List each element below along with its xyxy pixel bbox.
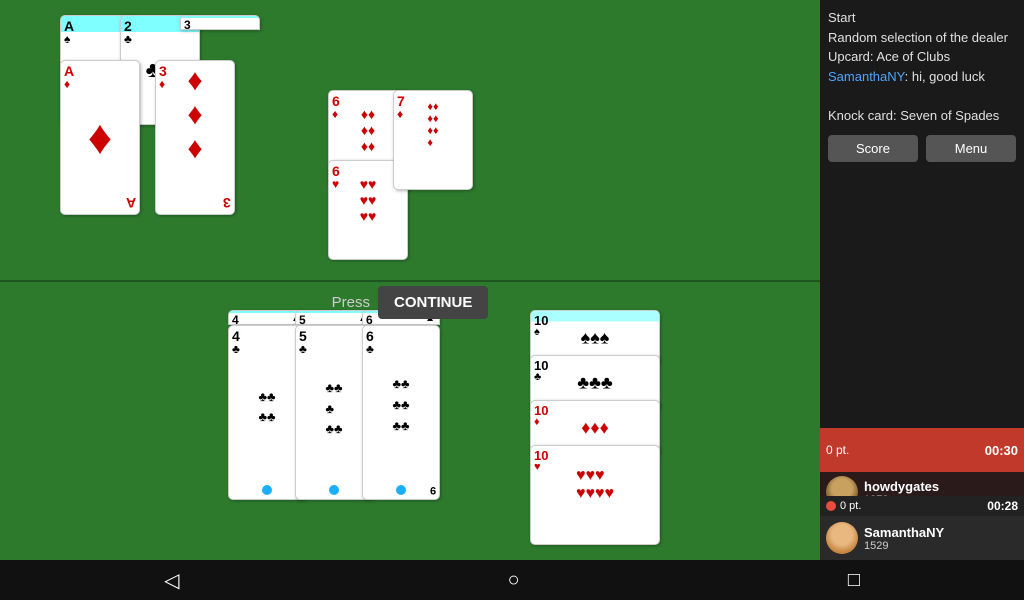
player2-time-display: 00:28 [987,499,1018,513]
player2-pt-label: 0 pt. [840,500,861,512]
card-dot-indicator [262,485,272,495]
nav-bar: ◁ ○ □ [0,560,1024,600]
timer-dot [826,501,836,511]
player2-timer-row: 0 pt. 00:28 [820,496,1024,516]
player2-details-row: SamanthaNY 1529 [820,516,1024,560]
card-3-tab[interactable]: 3 [180,15,260,30]
card-3-diamond[interactable]: 3 ♦ ♦♦♦ 3 [155,60,235,215]
recents-button[interactable]: □ [848,569,860,592]
log-upcard: Upcard: Ace of Clubs [828,47,1016,67]
log-dealer: Random selection of the dealer [828,28,1016,48]
log-knock: Knock card: Seven of Spades [828,106,1016,126]
continue-area: Press CONTINUE [0,282,820,322]
card-dot-indicator [396,485,406,495]
player-panel-howdy: 0 pt. 00:30 [820,428,1024,472]
log-chat: SamanthaNY: hi, good luck [828,67,1016,87]
card-7-diamond[interactable]: 7 ♦ ♦♦♦♦♦♦♦ [393,90,473,190]
home-button[interactable]: ○ [508,569,520,592]
game-area: A ♠ ♠ 2 ♣ ♣♣ 3 A ♦ ♦ A 3 ♦ ♦♦♦ 3 6 ♦ ♦♦♦… [0,0,820,560]
continue-button[interactable]: CONTINUE [378,286,488,319]
player2-info: SamanthaNY 1529 [864,525,1018,552]
sidebar-log: Start Random selection of the dealer Upc… [828,8,1016,125]
card-dot-indicator [329,485,339,495]
avatar-samantha [826,522,858,554]
player2-name: SamanthaNY [864,525,1018,540]
menu-button[interactable]: Menu [926,135,1016,162]
player2-score: 1529 [864,540,1018,552]
player1-timer: 00:30 [985,443,1018,458]
card-10-heart[interactable]: 10 ♥ ♥♥♥♥♥♥♥ [530,445,660,545]
card-6-club[interactable]: 6 ♣ ♣♣♣♣♣♣ 9 [362,325,440,500]
score-button[interactable]: Score [828,135,918,162]
back-button[interactable]: ◁ [164,568,179,593]
log-start: Start [828,8,1016,28]
player1-pt: 0 pt. [826,443,856,457]
sidebar: Start Random selection of the dealer Upc… [820,0,1024,560]
card-a-diamond[interactable]: A ♦ ♦ A [60,60,140,215]
press-label: Press [332,294,370,311]
player1-name: howdygates [864,479,1018,494]
sidebar-buttons: Score Menu [828,135,1016,162]
